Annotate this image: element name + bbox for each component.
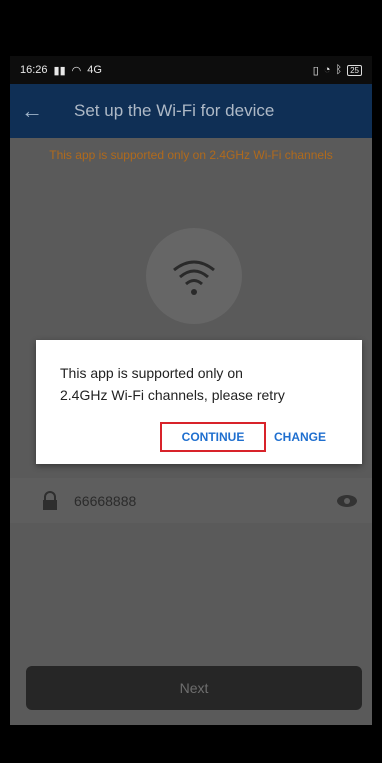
next-button[interactable]: Next [26, 666, 362, 710]
vibrate-icon: ▯ [312, 64, 319, 77]
page-title: Set up the Wi-Fi for device [74, 101, 275, 120]
alarm-icon: ◔ [323, 64, 331, 76]
status-bar: 16:26 ▮▮ ◠ 4G ▯ ◔ ᛒ 25 [10, 56, 372, 84]
lock-icon [43, 490, 57, 510]
network-type: 4G [87, 64, 102, 76]
app-bar: ← Set up the Wi-Fi for device [10, 84, 372, 138]
eye-icon[interactable] [336, 494, 358, 508]
alert-dialog: This app is supported only on 2.4GHz Wi-… [36, 340, 362, 464]
continue-button[interactable]: CONTINUE [160, 422, 266, 452]
dialog-message: This app is supported only on 2.4GHz Wi-… [60, 362, 350, 406]
signal-icon: ▮▮ [53, 64, 66, 77]
phone-screen: 16:26 ▮▮ ◠ 4G ▯ ◔ ᛒ 25 ← Set up the Wi-F… [0, 0, 382, 763]
status-time: 16:26 [20, 64, 48, 76]
dialog-message-line2: 2.4GHz Wi-Fi channels, please retry [60, 387, 285, 403]
wifi-icon [173, 260, 215, 295]
bluetooth-icon: ᛒ [335, 64, 343, 76]
wifi-status-icon: ◠ [71, 64, 82, 77]
change-button[interactable]: CHANGE [274, 422, 326, 452]
wifi-illustration [146, 228, 242, 324]
password-value: 66668888 [74, 492, 137, 509]
battery-icon: 25 [347, 64, 362, 76]
dialog-message-line1: This app is supported only on [60, 365, 243, 381]
back-arrow-icon[interactable]: ← [10, 98, 54, 124]
warning-text: This app is supported only on 2.4GHz Wi-… [49, 148, 333, 162]
password-field[interactable]: 66668888 [10, 478, 372, 523]
